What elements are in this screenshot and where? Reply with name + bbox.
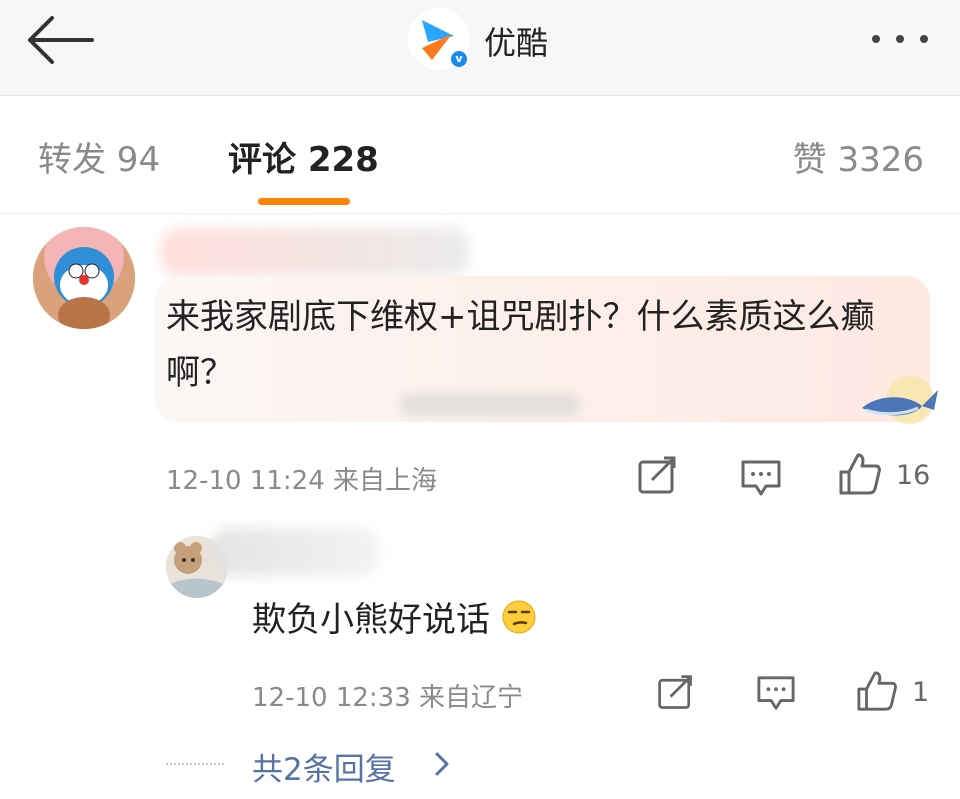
like-icon[interactable] <box>838 452 882 496</box>
reply-text: 欺负小熊好说话 <box>252 592 852 648</box>
reply-share-icon[interactable] <box>656 674 696 712</box>
chevron-right-icon[interactable] <box>434 751 450 777</box>
more-options-icon[interactable] <box>868 24 938 54</box>
like-count: 16 <box>896 460 931 491</box>
youku-logo-icon[interactable]: v <box>408 8 470 70</box>
verified-badge-icon: v <box>449 49 469 69</box>
reply-like-count: 1 <box>912 677 930 708</box>
whale-decoration-icon <box>862 376 938 424</box>
tab-repost[interactable]: 转发 94 <box>38 132 160 181</box>
reply-location: 来自辽宁 <box>419 683 524 713</box>
tab-comments[interactable]: 评论 228 <box>228 132 379 181</box>
comment-text: 来我家剧底下维权+诅咒剧扑？什么素质这么癫啊？ <box>166 297 875 393</box>
blurred-text <box>400 394 580 416</box>
comment-location: 来自上海 <box>333 466 438 496</box>
back-arrow-icon[interactable] <box>22 14 98 66</box>
comment-icon[interactable] <box>740 458 782 498</box>
dotted-divider <box>166 763 224 765</box>
active-tab-indicator <box>258 198 350 205</box>
smirk-face-emoji <box>502 600 536 634</box>
comment-meta: 12-10 11:24 来自上海 <box>166 460 437 497</box>
top-bar: v 优酷 <box>0 0 960 96</box>
reply-comment-icon[interactable] <box>756 674 796 712</box>
comment-timestamp: 12-10 11:24 <box>166 466 325 496</box>
reply-like-icon[interactable] <box>856 670 898 712</box>
tab-bar: 转发 94 评论 228 赞 3326 <box>0 96 960 214</box>
reply-timestamp: 12-10 12:33 <box>252 683 411 713</box>
tab-likes[interactable]: 赞 3326 <box>793 132 924 181</box>
blurred-reply-username[interactable] <box>210 528 380 576</box>
avatar[interactable] <box>33 227 135 329</box>
share-icon[interactable] <box>636 456 680 496</box>
blurred-username[interactable] <box>160 228 470 276</box>
view-replies-label[interactable]: 共2条回复 <box>252 744 396 789</box>
reply-text-content: 欺负小熊好说话 <box>252 600 490 640</box>
reply-meta: 12-10 12:33 来自辽宁 <box>252 677 523 714</box>
app-name[interactable]: 优酷 <box>484 18 548 64</box>
